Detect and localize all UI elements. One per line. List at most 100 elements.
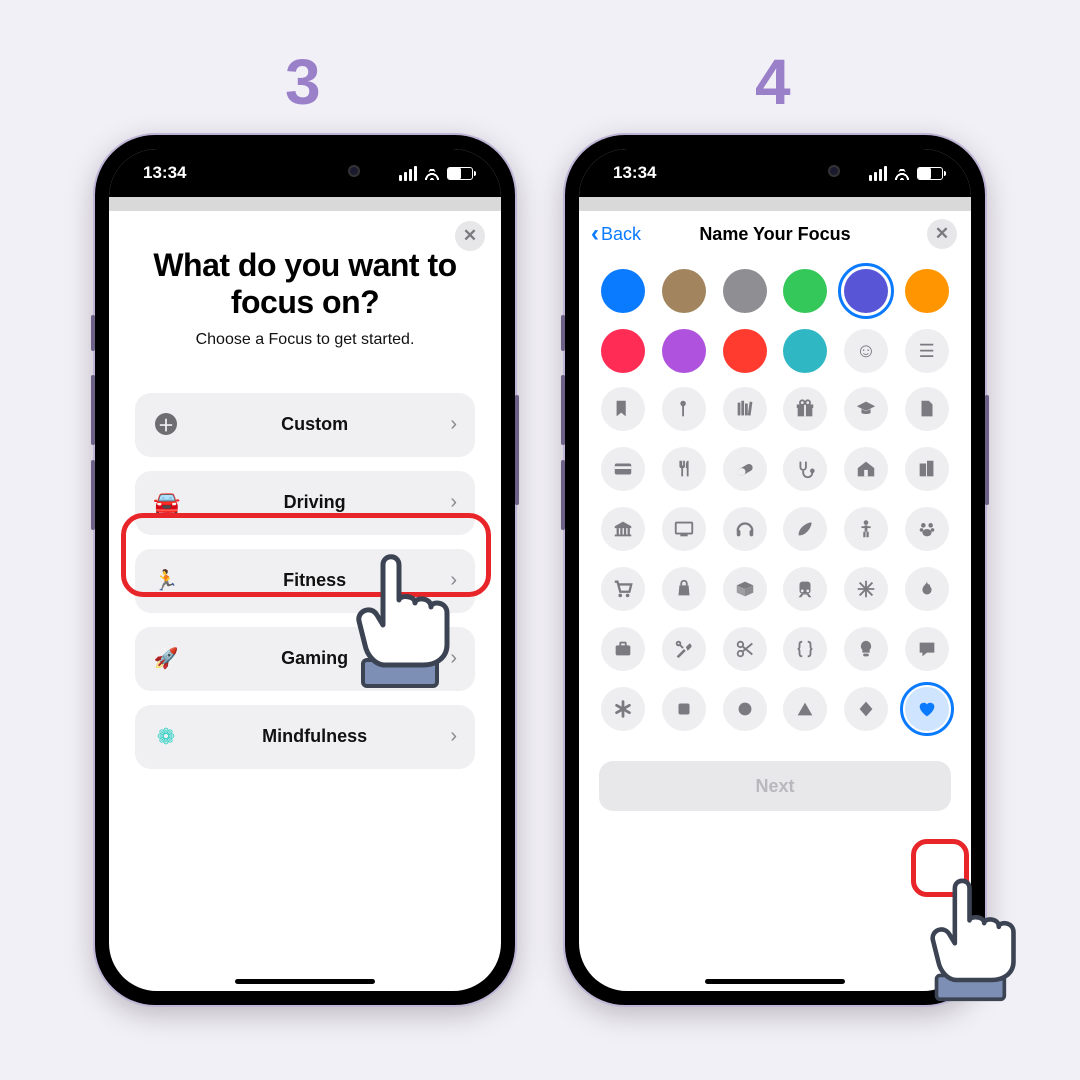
color-swatch[interactable] <box>662 329 706 373</box>
glyph-file[interactable] <box>905 387 949 431</box>
color-swatch[interactable] <box>844 269 888 313</box>
focus-row-custom[interactable]: ＋Custom› <box>135 393 475 457</box>
glyph-train[interactable] <box>783 567 827 611</box>
snow-icon <box>855 578 877 600</box>
chevron-right-icon: › <box>450 413 457 436</box>
glyph-paws[interactable] <box>905 507 949 551</box>
glyph-museum[interactable] <box>601 507 645 551</box>
asterisk-icon <box>612 698 634 720</box>
glyph-tv[interactable] <box>662 507 706 551</box>
person-icon <box>855 518 877 540</box>
battery-icon <box>917 167 943 180</box>
nav-title: Name Your Focus <box>699 224 850 245</box>
color-swatch[interactable] <box>783 329 827 373</box>
more-colors-button[interactable]: ☰ <box>905 329 949 373</box>
focus-row-mindfulness[interactable]: ❁Mindfulness› <box>135 705 475 769</box>
glyph-house[interactable] <box>844 447 888 491</box>
emoji-picker-button[interactable]: ☺ <box>844 329 888 373</box>
glyph-tools[interactable] <box>662 627 706 671</box>
glyph-box[interactable] <box>723 567 767 611</box>
glyph-pin[interactable] <box>662 387 706 431</box>
glyph-scissors[interactable] <box>723 627 767 671</box>
color-swatch[interactable] <box>905 269 949 313</box>
buildings-icon <box>916 458 938 480</box>
grad-icon <box>855 398 877 420</box>
clock: 13:34 <box>143 163 186 183</box>
glyph-bulb[interactable] <box>844 627 888 671</box>
glyph-fire[interactable] <box>905 567 949 611</box>
box-icon <box>734 578 756 600</box>
color-swatch[interactable] <box>723 269 767 313</box>
chat-icon <box>916 638 938 660</box>
braces-icon <box>794 638 816 660</box>
glyph-fork[interactable] <box>662 447 706 491</box>
glyph-snow[interactable] <box>844 567 888 611</box>
glyph-card[interactable] <box>601 447 645 491</box>
back-button[interactable]: ‹ Back <box>591 224 641 245</box>
glyph-cart[interactable] <box>601 567 645 611</box>
glyph-triangle[interactable] <box>783 687 827 731</box>
glyph-diamond[interactable] <box>844 687 888 731</box>
glyph-headphones[interactable] <box>723 507 767 551</box>
page-title: What do you want to focus on? <box>131 247 479 321</box>
focus-row-label: Custom <box>179 414 450 435</box>
phone-step-3: 13:34 ✕ What do you want to focus on? Ch… <box>95 135 515 1005</box>
focus-row-label: Gaming <box>179 648 450 669</box>
glyph-braces[interactable] <box>783 627 827 671</box>
close-button[interactable]: ✕ <box>455 221 485 251</box>
focus-row-label: Driving <box>179 492 450 513</box>
color-swatch[interactable] <box>662 269 706 313</box>
wifi-icon <box>423 166 441 180</box>
glyph-leaf[interactable] <box>783 507 827 551</box>
plus-circle-icon: ＋ <box>155 413 177 435</box>
glyph-bag[interactable] <box>662 567 706 611</box>
file-icon <box>916 398 938 420</box>
glyph-buildings[interactable] <box>905 447 949 491</box>
next-button[interactable]: Next <box>599 761 951 811</box>
glyph-chat[interactable] <box>905 627 949 671</box>
pin-icon <box>673 398 695 420</box>
close-button[interactable]: ✕ <box>927 219 957 249</box>
cellular-icon <box>869 166 887 181</box>
glyph-asterisk[interactable] <box>601 687 645 731</box>
glyph-bookmark[interactable] <box>601 387 645 431</box>
diamond-icon <box>855 698 877 720</box>
card-icon <box>612 458 634 480</box>
glyph-square[interactable] <box>662 687 706 731</box>
fire-icon <box>916 578 938 600</box>
color-swatch[interactable] <box>723 329 767 373</box>
museum-icon <box>612 518 634 540</box>
clock: 13:34 <box>613 163 656 183</box>
bookmark-icon <box>612 398 634 420</box>
glyph-briefcase[interactable] <box>601 627 645 671</box>
color-swatch[interactable] <box>783 269 827 313</box>
glyph-heart[interactable] <box>905 687 949 731</box>
glyph-books[interactable] <box>723 387 767 431</box>
gift-icon <box>794 398 816 420</box>
headphones-icon <box>734 518 756 540</box>
flower-icon: ❁ <box>157 724 175 749</box>
bag-icon <box>673 578 695 600</box>
glyph-grad[interactable] <box>844 387 888 431</box>
focus-row-label: Fitness <box>179 570 450 591</box>
briefcase-icon <box>612 638 634 660</box>
glyph-circle-filled[interactable] <box>723 687 767 731</box>
tools-icon <box>673 638 695 660</box>
list-icon: ☰ <box>919 341 935 362</box>
train-icon <box>794 578 816 600</box>
color-swatch[interactable] <box>601 329 645 373</box>
glyph-steth[interactable] <box>783 447 827 491</box>
page-subtitle: Choose a Focus to get started. <box>131 331 479 349</box>
glyph-pill[interactable] <box>723 447 767 491</box>
focus-list: ＋Custom›🚘Driving›🏃Fitness›🚀Gaming›❁Mindf… <box>131 393 479 769</box>
color-swatch[interactable] <box>601 269 645 313</box>
focus-row-gaming[interactable]: 🚀Gaming› <box>135 627 475 691</box>
step-number-3: 3 <box>285 45 321 119</box>
glyph-person[interactable] <box>844 507 888 551</box>
house-icon <box>855 458 877 480</box>
triangle-icon <box>794 698 816 720</box>
focus-row-driving[interactable]: 🚘Driving› <box>135 471 475 535</box>
focus-row-fitness[interactable]: 🏃Fitness› <box>135 549 475 613</box>
glyph-gift[interactable] <box>783 387 827 431</box>
chevron-right-icon: › <box>450 569 457 592</box>
